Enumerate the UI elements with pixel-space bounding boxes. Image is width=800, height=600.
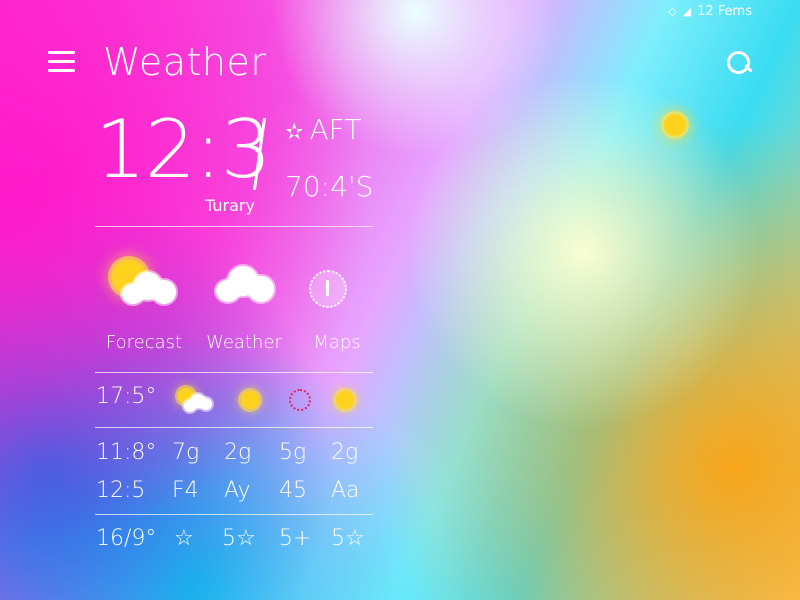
search-icon[interactable] <box>726 50 753 76</box>
sun-icon <box>336 391 354 409</box>
row-value: 2g <box>331 440 359 465</box>
forecast-row: 16/9° ☆ 5☆ 5+ 5☆ <box>96 526 386 558</box>
status-bar: ◇ ◢ 12 Fems <box>668 4 752 19</box>
row-value: 7g <box>172 440 200 465</box>
app-header: Weather <box>48 40 753 86</box>
nav-weather[interactable]: Weather <box>194 250 294 360</box>
row-value: ☆ <box>174 526 194 551</box>
divider <box>95 514 373 515</box>
row-value: 5☆ <box>222 526 256 551</box>
period-label: AFT <box>309 113 362 146</box>
page-title: Weather <box>103 40 267 84</box>
nav-label: Maps <box>313 332 361 353</box>
divider <box>95 372 373 373</box>
sun-icon <box>241 391 259 409</box>
forecast-row: 17:5° <box>96 384 386 416</box>
forecast-row: 11:8° 7g 2g 5g 2g <box>96 440 386 472</box>
cloud-icon <box>122 272 178 304</box>
nav-label: Weather <box>206 332 282 353</box>
shield-icon: ◇ <box>668 5 677 18</box>
clock-date: Turary <box>205 196 255 215</box>
compass-icon <box>309 270 347 308</box>
row-value: 5+ <box>279 526 312 551</box>
row-value: Aa <box>331 478 360 503</box>
nav-maps[interactable]: Maps <box>287 250 387 360</box>
row-value: F4 <box>172 478 199 503</box>
sun-icon <box>664 114 686 136</box>
row-label: 12:5 <box>96 478 146 503</box>
status-text: 12 Fems <box>697 4 752 19</box>
clock-period: ✫ AFT <box>285 113 361 146</box>
row-label: 17:5° <box>96 384 157 409</box>
forecast-row: 12:5 F4 Ay 45 Aa <box>96 478 386 510</box>
menu-icon[interactable] <box>48 51 75 73</box>
current-temperature: 70:4'S <box>285 170 374 203</box>
row-value: 5☆ <box>331 526 365 551</box>
nav-label: Forecast <box>105 332 183 353</box>
star-icon: ✫ <box>285 120 304 145</box>
sun-cloud-icon <box>178 388 212 412</box>
red-sun-icon <box>289 389 311 411</box>
signal-icon: ◢ <box>682 5 692 18</box>
row-value: 45 <box>279 478 307 503</box>
row-label: 11:8° <box>96 440 157 465</box>
row-value: 2g <box>224 440 252 465</box>
divider <box>95 427 373 428</box>
row-value: 5g <box>279 440 307 465</box>
nav-forecast[interactable]: Forecast <box>94 250 194 360</box>
clock-time: 12:3 <box>95 103 272 196</box>
divider <box>95 226 373 227</box>
row-value: Ay <box>224 478 251 503</box>
cloud-icon <box>216 266 276 304</box>
row-label: 16/9° <box>96 526 157 551</box>
